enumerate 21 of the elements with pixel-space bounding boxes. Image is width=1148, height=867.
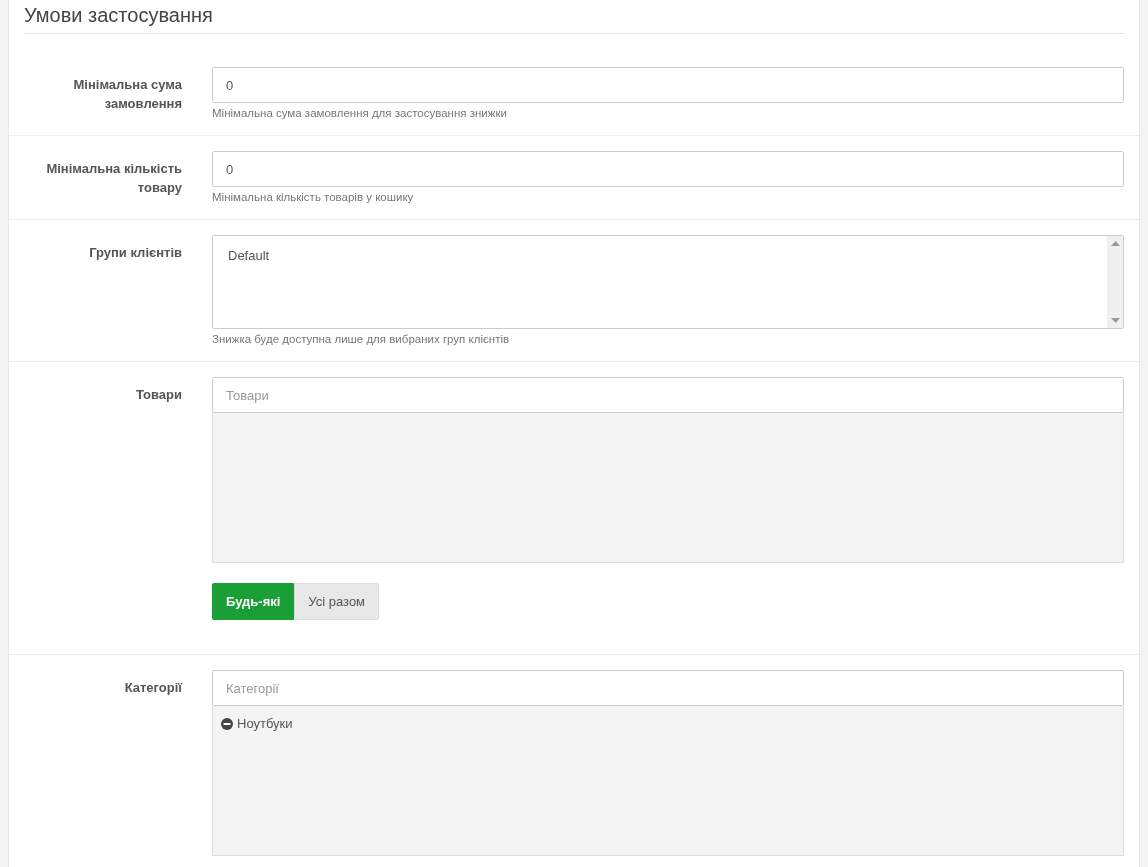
field-label: Товари	[135, 386, 182, 404]
field-label: Мінімальна сума замовлення	[72, 76, 182, 113]
listbox-option[interactable]: Default	[228, 248, 270, 263]
text-field[interactable]: 0	[212, 151, 1124, 187]
selected-item: Ноутбуки	[237, 716, 293, 731]
search-field[interactable]: Категорії	[212, 670, 1124, 706]
field-label: Групи клієнтів	[89, 244, 182, 262]
help-text: Мінімальна кількість товарів у кошику	[212, 191, 414, 203]
scroll-up-icon[interactable]	[1110, 241, 1120, 246]
scroll-down-icon[interactable]	[1110, 318, 1120, 323]
search-field[interactable]: Товари	[212, 377, 1124, 413]
remove-icon[interactable]	[221, 717, 233, 730]
listbox[interactable]: Default	[212, 235, 1124, 329]
field-label: Категорії	[124, 679, 182, 697]
help-text: Знижка буде доступна лише для вибраних груп клієнтів	[212, 333, 510, 345]
field-label: Мінімальна кількість товару	[45, 160, 182, 197]
help-text: Мінімальна сума замовлення для застосування знижки	[212, 107, 507, 119]
text-field[interactable]: 0	[212, 67, 1124, 103]
toggle-button[interactable]: Усі разом	[294, 583, 380, 620]
section-title: Умови застосування	[24, 4, 213, 27]
scrollbar[interactable]	[1107, 236, 1123, 328]
